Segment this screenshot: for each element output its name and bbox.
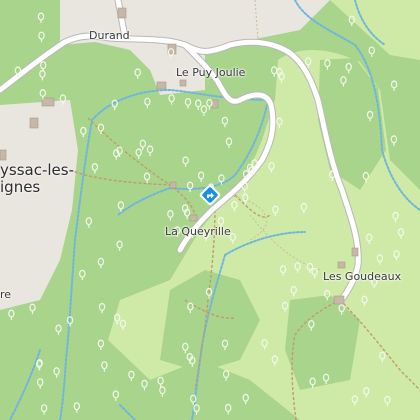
place-label-les-goudeaux: Les Goudeaux [323, 270, 402, 283]
map-view[interactable]: Durand Le Puy Joulie La Queyrille Les Go… [0, 0, 420, 420]
place-label-durand: Durand [89, 29, 130, 42]
town-label-fragment-edge: re [0, 288, 12, 301]
place-label-la-queyrille: La Queyrille [165, 225, 231, 238]
town-label-fragment-line2: ignes [0, 178, 41, 196]
directions-diamond-icon[interactable] [197, 182, 223, 208]
town-label-fragment-line1: yssac-les- [0, 161, 74, 179]
map-canvas[interactable] [0, 0, 420, 420]
place-label-le-puy-joulie: Le Puy Joulie [176, 66, 246, 79]
